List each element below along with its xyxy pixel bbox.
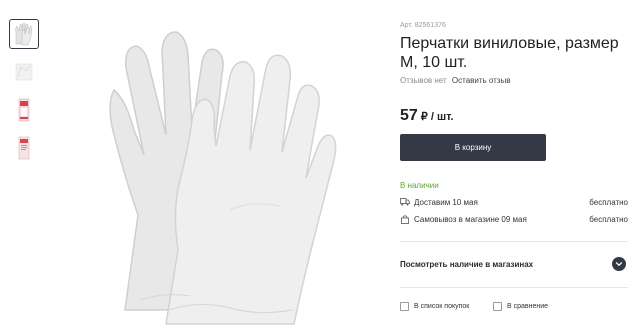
write-review-link[interactable]: Оставить отзыв xyxy=(452,76,511,85)
divider xyxy=(400,241,628,242)
vinyl-gloves-image xyxy=(109,31,337,325)
price-value: 57 xyxy=(400,107,418,124)
price: 57 ₽ / шт. xyxy=(400,107,454,125)
thumbnail-list xyxy=(9,19,41,171)
thumbnail-package-front[interactable] xyxy=(9,95,39,125)
article-number: Арт. 82561376 xyxy=(400,22,446,29)
shopping-list-label: В список покупок xyxy=(414,303,470,310)
bag-icon xyxy=(400,214,410,224)
add-to-cart-button[interactable]: В корзину xyxy=(400,134,546,161)
main-product-image[interactable] xyxy=(80,10,360,329)
delivery-row: Доставим 10 мая бесплатно xyxy=(400,197,628,207)
truck-icon xyxy=(400,197,410,207)
compare-label: В сравнение xyxy=(507,303,549,310)
chevron-down-icon[interactable] xyxy=(612,257,626,271)
pickup-label: Самовывоз в магазине 09 мая xyxy=(414,214,527,224)
product-title: Перчатки виниловые, размер М, 10 шт. xyxy=(400,35,619,71)
check-stores-toggle[interactable]: Посмотреть наличие в магазинах xyxy=(400,257,628,271)
closeup-thumbnail-image xyxy=(15,63,33,81)
package-front-thumbnail-image xyxy=(18,98,30,122)
gloves-thumbnail-image xyxy=(15,22,33,46)
pickup-row: Самовывоз в магазине 09 мая бесплатно xyxy=(400,214,628,224)
thumbnail-package-back[interactable] xyxy=(9,133,39,163)
stores-label: Посмотреть наличие в магазинах xyxy=(400,260,534,269)
delivery-price: бесплатно xyxy=(589,197,628,207)
package-back-thumbnail-image xyxy=(18,136,30,160)
reviews-status: Отзывов нет xyxy=(400,76,447,85)
stock-status: В наличии xyxy=(400,181,439,190)
thumbnail-gloves[interactable] xyxy=(9,19,39,49)
reviews-line: Отзывов нет Оставить отзыв xyxy=(400,76,511,85)
shopping-list-checkbox[interactable]: В список покупок xyxy=(400,302,469,311)
checkbox-icon[interactable] xyxy=(400,302,409,311)
delivery-label: Доставим 10 мая xyxy=(414,197,478,207)
thumbnail-closeup[interactable] xyxy=(9,57,39,87)
compare-checkbox[interactable]: В сравнение xyxy=(493,302,548,311)
pickup-price: бесплатно xyxy=(589,214,628,224)
checkbox-icon[interactable] xyxy=(493,302,502,311)
divider xyxy=(400,287,628,288)
price-unit: ₽ / шт. xyxy=(420,111,454,123)
